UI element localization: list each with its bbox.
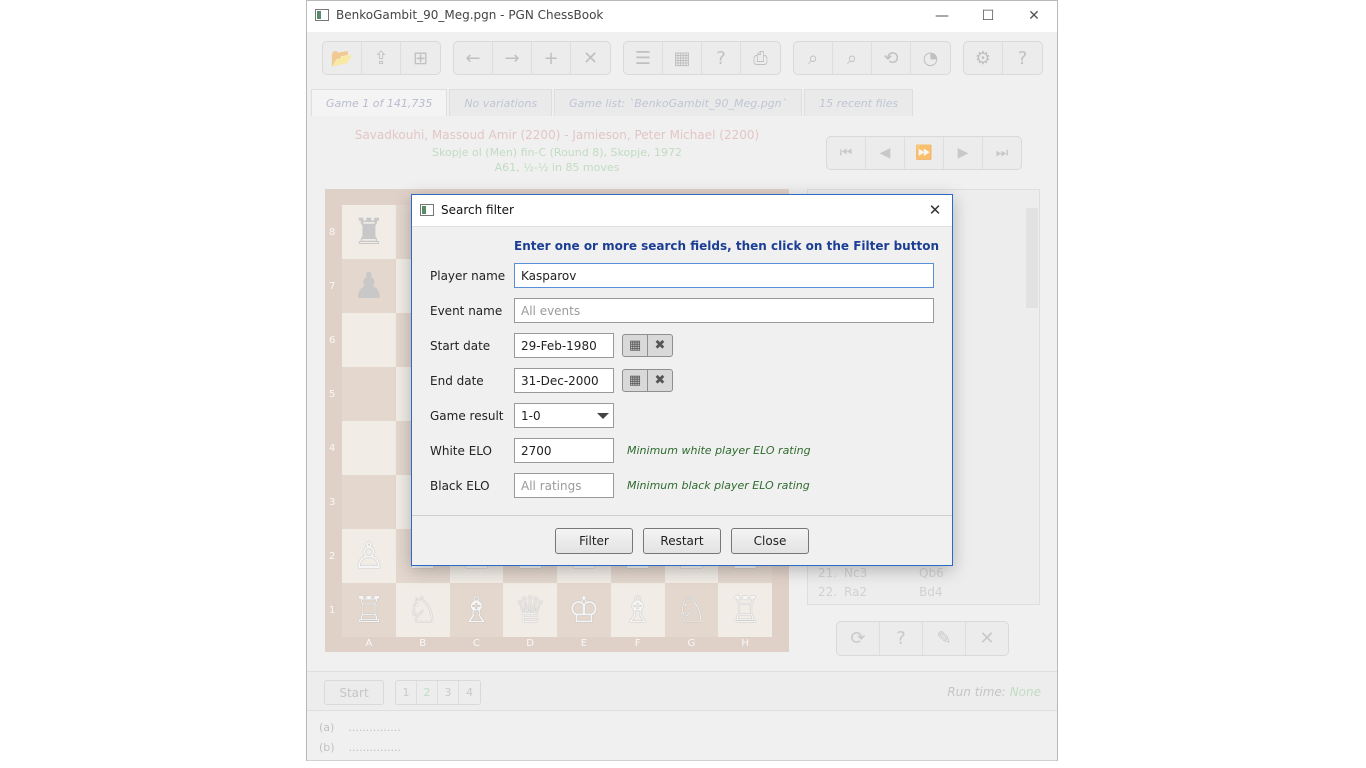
event-name-input[interactable]: All events (514, 298, 934, 323)
maximize-button[interactable]: ☐ (965, 1, 1011, 32)
minimize-button[interactable]: — (919, 1, 965, 32)
dialog-close-icon[interactable]: ✕ (918, 195, 952, 225)
player-name-label: Player name (430, 269, 506, 283)
end-date-input[interactable]: 31-Dec-2000 (514, 368, 614, 393)
dialog-app-icon (420, 204, 434, 216)
black-elo-label: Black ELO (430, 479, 490, 493)
end-date-label: End date (430, 374, 484, 388)
dialog-body: Enter one or more search fields, then cl… (412, 226, 952, 515)
window-titlebar: BenkoGambit_90_Meg.pgn - PGN ChessBook —… (307, 1, 1057, 32)
window-title: BenkoGambit_90_Meg.pgn - PGN ChessBook (336, 8, 604, 22)
white-elo-hint: Minimum white player ELO rating (627, 444, 811, 457)
start-date-buttons: ▦ ✖ (622, 334, 673, 357)
close-window-button[interactable]: ✕ (1011, 1, 1057, 32)
dialog-titlebar: Search filter ✕ (412, 195, 952, 225)
dialog-footer: Filter Restart Close (412, 515, 952, 565)
black-elo-hint: Minimum black player ELO rating (627, 479, 810, 492)
dropdown-arrow-icon (597, 413, 609, 419)
player-name-input[interactable]: Kasparov (514, 263, 934, 288)
filter-button[interactable]: Filter (555, 528, 633, 554)
end-date-buttons: ▦ ✖ (622, 369, 673, 392)
dialog-instructions: Enter one or more search fields, then cl… (514, 239, 939, 253)
close-button[interactable]: Close (731, 528, 809, 554)
dialog-title: Search filter (441, 203, 514, 217)
black-elo-input[interactable]: All ratings (514, 473, 614, 498)
calendar-icon[interactable]: ▦ (623, 370, 648, 391)
game-result-label: Game result (430, 409, 504, 423)
game-result-select[interactable]: 1-0 (514, 403, 614, 428)
event-name-label: Event name (430, 304, 503, 318)
search-filter-dialog: Search filter ✕ Enter one or more search… (411, 194, 953, 566)
app-icon (315, 9, 329, 21)
clear-date-icon[interactable]: ✖ (648, 370, 672, 391)
white-elo-input[interactable]: 2700 (514, 438, 614, 463)
restart-button[interactable]: Restart (643, 528, 721, 554)
white-elo-label: White ELO (430, 444, 492, 458)
start-date-label: Start date (430, 339, 491, 353)
start-date-input[interactable]: 29-Feb-1980 (514, 333, 614, 358)
calendar-icon[interactable]: ▦ (623, 335, 648, 356)
clear-date-icon[interactable]: ✖ (648, 335, 672, 356)
game-result-value: 1-0 (521, 409, 541, 423)
